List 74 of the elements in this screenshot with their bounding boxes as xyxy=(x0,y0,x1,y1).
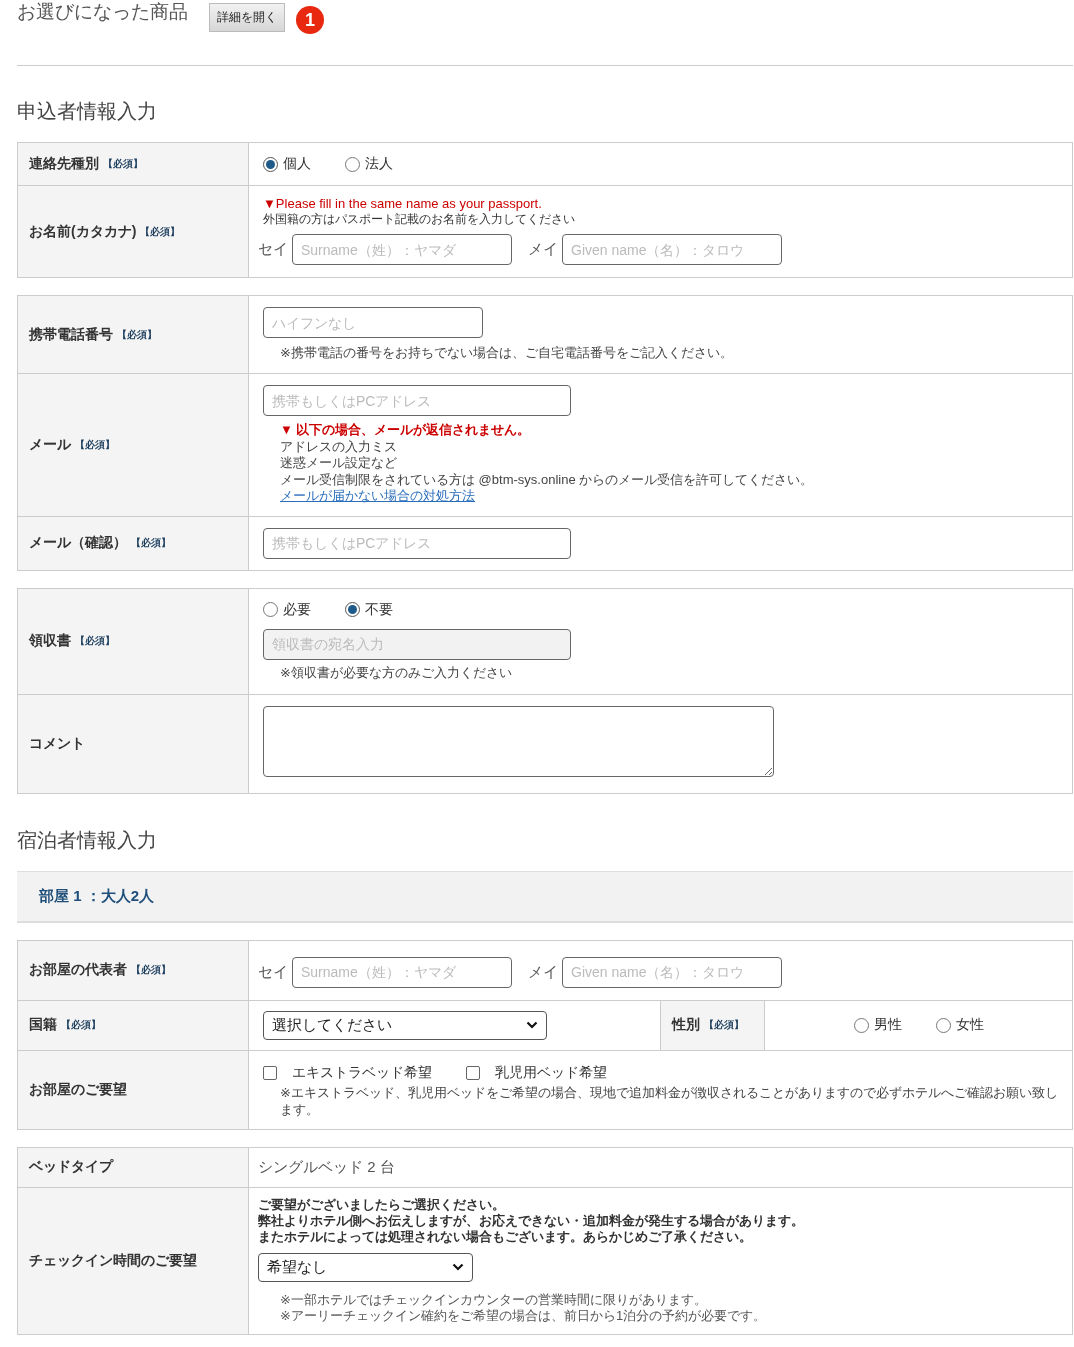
field-label: 携帯電話番号 xyxy=(29,325,113,344)
required-tag: 【必須】 xyxy=(117,327,157,342)
radio-button[interactable] xyxy=(263,156,278,172)
radio-label: 不要 xyxy=(365,600,393,619)
radio-label: 必要 xyxy=(283,600,311,619)
required-tag: 【必須】 xyxy=(140,224,181,239)
field-label: 性別 xyxy=(672,1016,700,1034)
input-field[interactable]: 携帯もしくはPCアドレス xyxy=(263,527,571,559)
field-prefix: セイ xyxy=(258,962,288,982)
number-badge: 1 xyxy=(296,6,324,34)
field-label: 国籍 xyxy=(29,1016,57,1034)
note-text: 外国籍の方はパスポート記載のお名前を入力してください xyxy=(263,211,575,228)
field-label: 領収書 xyxy=(29,632,71,650)
note-text: ※一部ホテルではチェックインカウンターの営業時間に限りがあります。 xyxy=(280,1291,708,1308)
checkbox-label: 乳児用ベッド希望 xyxy=(495,1063,607,1082)
name-field[interactable]: Surname（姓）：ヤマダ xyxy=(292,234,512,265)
radio-label: 法人 xyxy=(365,155,393,173)
bed-type-value: シングルベッド 2 台 xyxy=(258,1157,395,1177)
email-field[interactable]: 携帯もしくはPCアドレス xyxy=(263,385,571,416)
chevron-down-icon xyxy=(452,1263,464,1271)
field-label: ベッドタイプ xyxy=(29,1158,113,1176)
note-text: ※領収書が必要な方のみご入力ください xyxy=(280,663,512,682)
warning-text: ▼ 以下の場合、メールが返信されません。 xyxy=(280,422,531,439)
note-text: メール受信制限をされている方は @btm-sys.online からのメール受信を許可してください。 xyxy=(280,471,814,488)
field-label: メール（確認） xyxy=(29,534,127,552)
note-text: 迷惑メール設定など xyxy=(280,455,397,472)
instruction-text: またホテルによっては処理されない場合もございます。あらかじめご了承ください。 xyxy=(258,1228,753,1245)
radio-label: 個人 xyxy=(283,155,311,173)
note-text: アドレスの入力ミス xyxy=(280,438,397,455)
radio-label: 女性 xyxy=(955,1016,984,1034)
field-label: コメント xyxy=(29,734,85,753)
field-prefix: セイ xyxy=(258,240,288,259)
required-tag: 【必須】 xyxy=(75,437,115,452)
section-heading: 申込者情報入力 xyxy=(17,99,158,124)
required-tag: 【必須】 xyxy=(103,157,143,171)
field-label: お名前(カタカナ) xyxy=(29,222,137,241)
note-text: ※エキストラベッド、乳児用ベッドをご希望の場合、現地で追加料金が徴収されることがありますので必ずホテルへご確認お願い致します。 xyxy=(280,1083,1058,1118)
required-tag: 【必須】 xyxy=(131,536,171,550)
warning-text: ▼Please fill in the same name as your passport. xyxy=(263,196,542,211)
required-tag: 【必須】 xyxy=(131,963,171,977)
checkin-time-select[interactable]: 希望なし xyxy=(258,1252,473,1282)
radio-button[interactable] xyxy=(935,1017,951,1033)
name-field[interactable]: Surname（姓）：ヤマダ xyxy=(292,956,512,988)
required-tag: 【必須】 xyxy=(61,1018,101,1032)
name-field[interactable]: Given name（名）：タロウ xyxy=(562,234,782,265)
field-label: お部屋の代表者 xyxy=(29,961,127,979)
field-prefix: メイ xyxy=(528,962,558,982)
help-link[interactable]: メールが届かない場合の対処方法 xyxy=(280,488,475,505)
chevron-down-icon xyxy=(526,1021,538,1029)
instruction-text: ご要望がございましたらご選択ください。 xyxy=(258,1196,506,1213)
comment-field[interactable] xyxy=(263,705,774,777)
note-text: ※アーリーチェックイン確約をご希望の場合は、前日から1泊分の予約が必要です。 xyxy=(280,1307,767,1324)
field-label: チェックイン時間のご要望 xyxy=(29,1251,197,1270)
checkbox-label: エキストラベッド希望 xyxy=(292,1063,432,1082)
name-field[interactable]: Given name（名）：タロウ xyxy=(562,956,782,988)
section-heading: 宿泊者情報入力 xyxy=(17,827,158,853)
required-tag: 【必須】 xyxy=(75,634,115,648)
field-label: 連絡先種別 xyxy=(29,155,99,173)
nationality-select[interactable]: 選択してください xyxy=(263,1010,547,1040)
radio-label: 男性 xyxy=(873,1016,902,1034)
checkbox[interactable] xyxy=(263,1065,277,1080)
section-title: お選びになった商品 xyxy=(17,0,188,24)
required-tag: 【必須】 xyxy=(704,1018,744,1032)
checkbox[interactable] xyxy=(466,1065,480,1080)
note-text: ※携帯電話の番号をお持ちでない場合は、ご自宅電話番号をご記入ください。 xyxy=(280,344,733,362)
input-field[interactable]: ハイフンなし xyxy=(263,307,483,338)
field-label: お部屋のご要望 xyxy=(29,1080,127,1099)
radio-button[interactable] xyxy=(345,156,360,172)
field-prefix: メイ xyxy=(528,240,558,259)
room-header: 部屋 1 ：大人2人 xyxy=(17,870,1073,923)
open-details-button[interactable]: 詳細を開く xyxy=(209,2,285,32)
instruction-text: 弊社よりホテル側へお伝えしますが、お応えできない・追加料金が発生する場合があります。 xyxy=(258,1212,804,1229)
field-label: メール xyxy=(29,435,71,454)
radio-button[interactable] xyxy=(853,1017,869,1033)
